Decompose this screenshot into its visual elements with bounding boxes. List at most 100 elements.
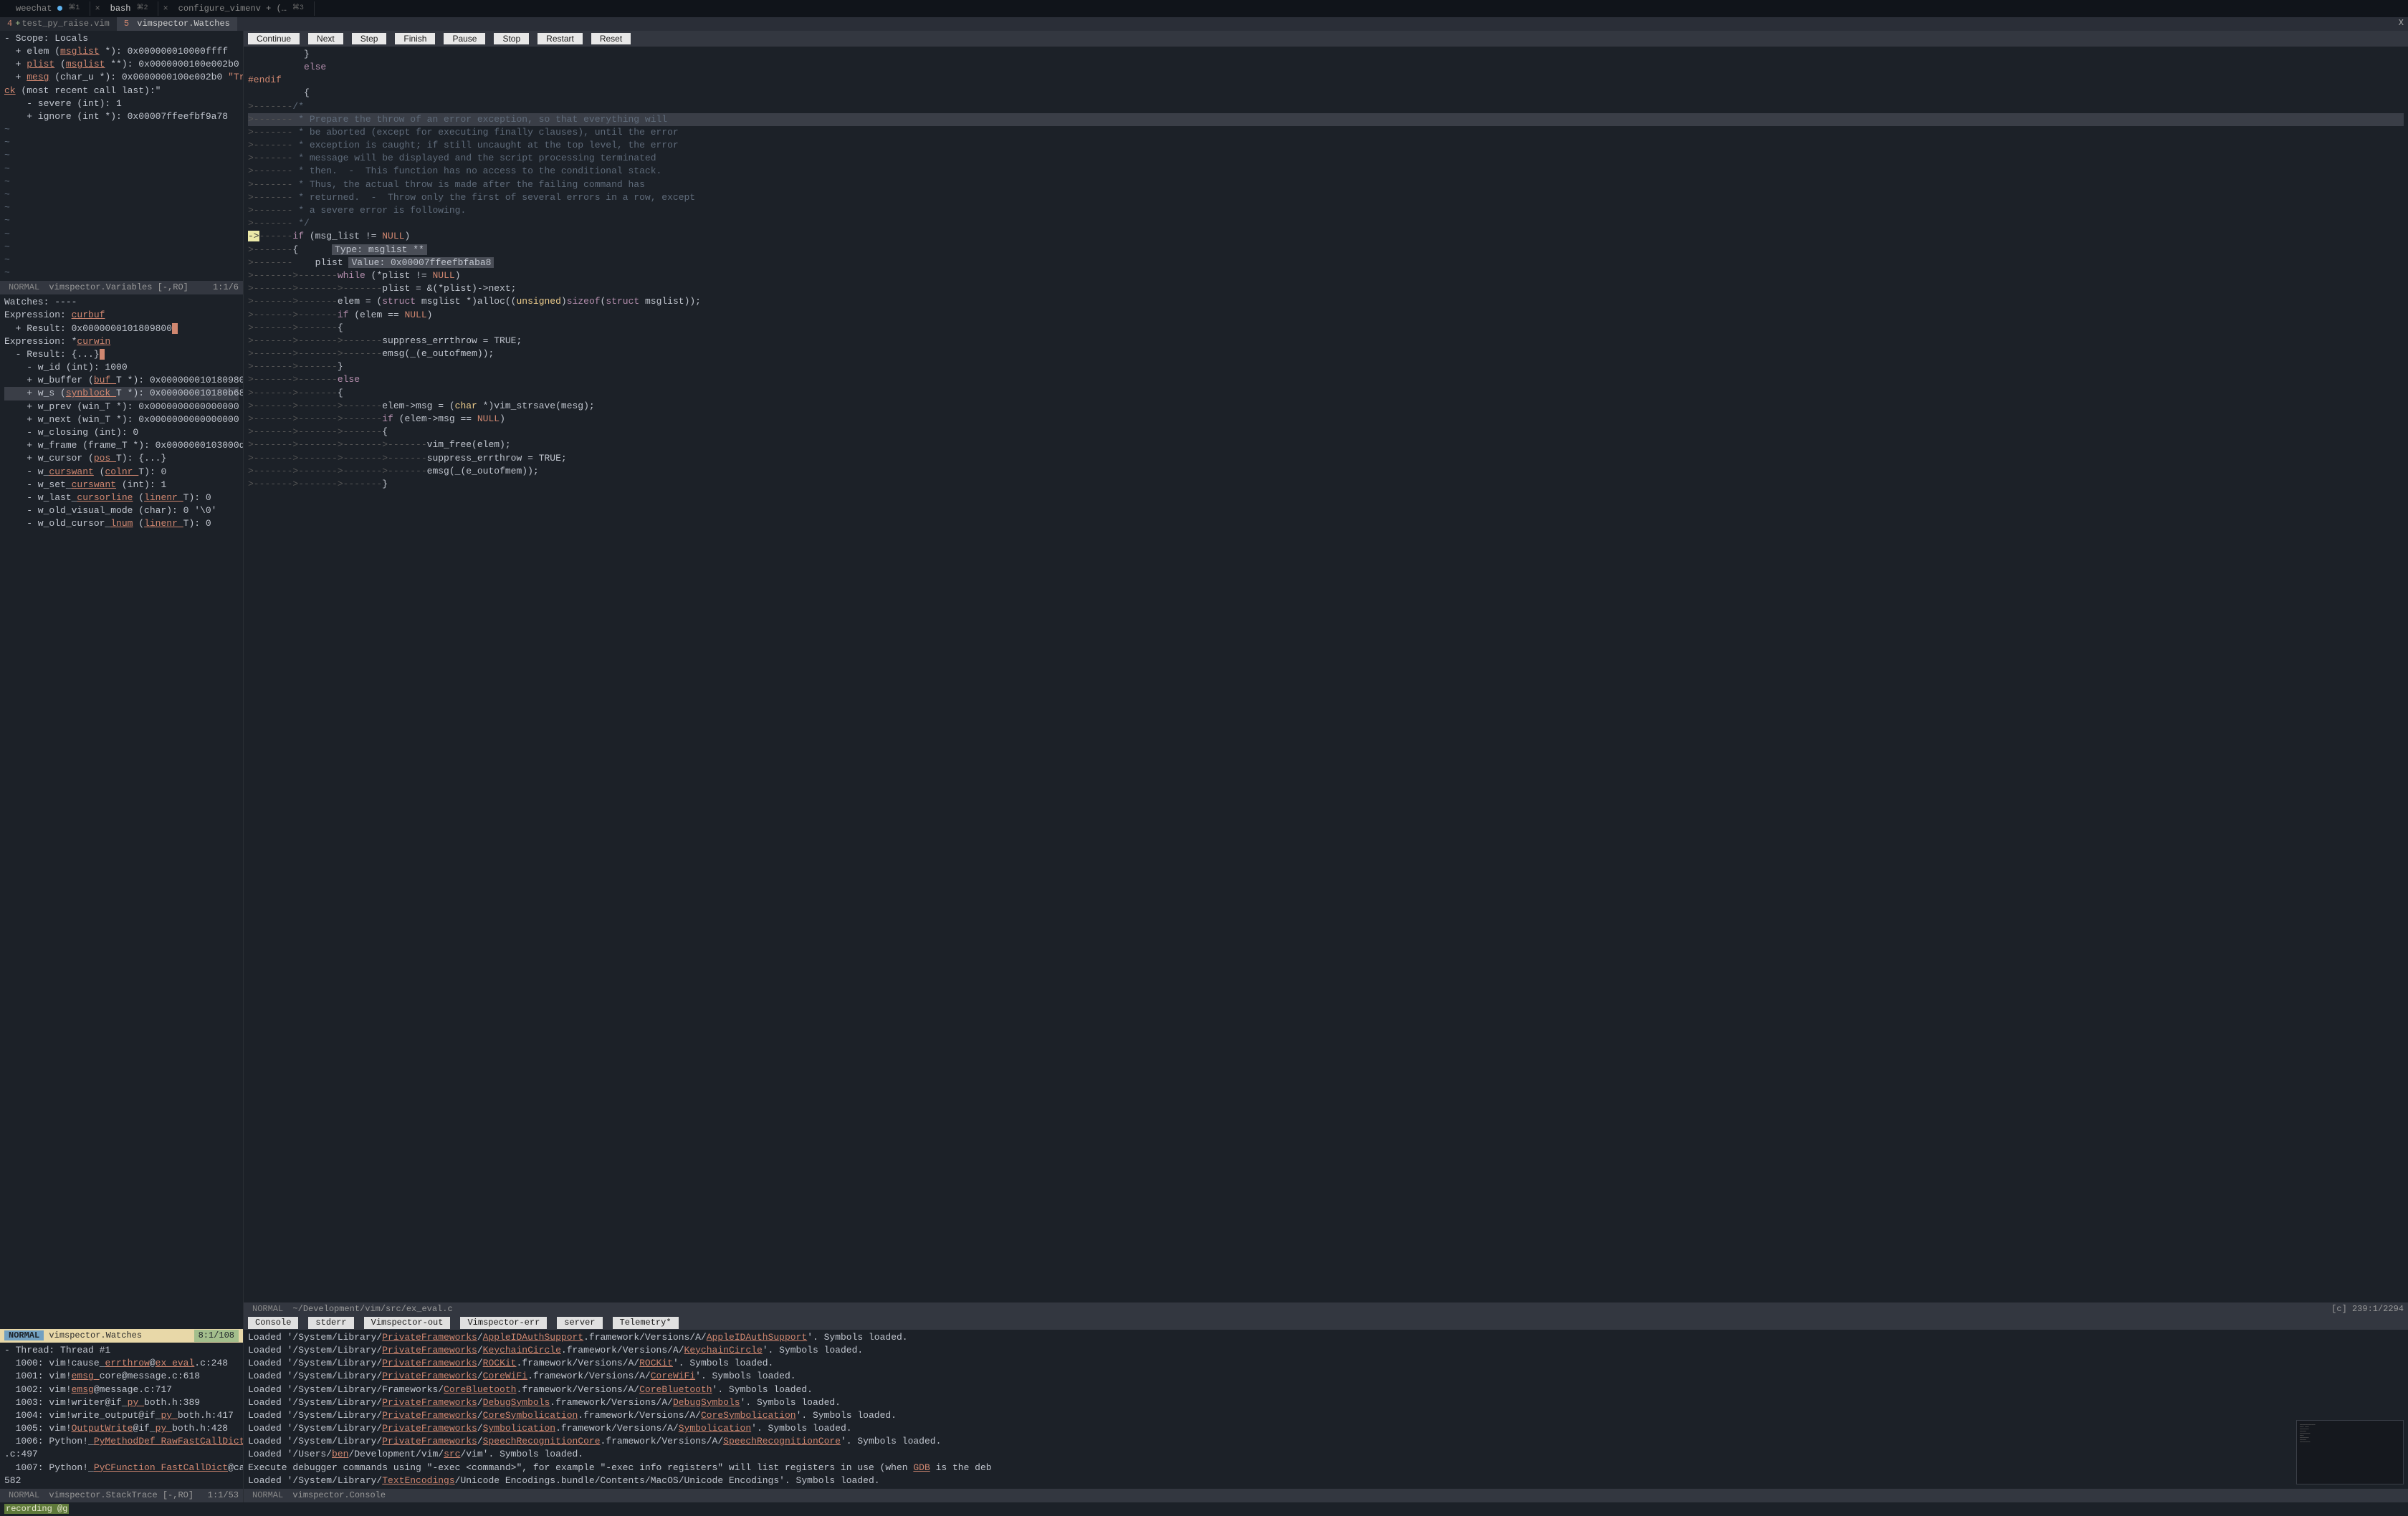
status-text: vimspector.Watches — [49, 1330, 142, 1340]
tab-label: weechat — [16, 3, 52, 15]
close-tab-icon[interactable]: X — [2399, 17, 2408, 31]
out-tab-telemetry[interactable]: Telemetry* — [613, 1317, 679, 1329]
code-line: >------->------->-------suppress_errthro… — [248, 335, 2404, 347]
finish-button[interactable]: Finish — [395, 33, 435, 44]
code-line: >------->------->-------elem->msg = (cha… — [248, 400, 2404, 413]
out-tab-vimspector-err[interactable]: Vimspector-err — [460, 1317, 547, 1329]
close-icon[interactable]: × — [163, 3, 168, 15]
empty-line: ~ — [4, 188, 239, 201]
left-panel: - Scope: Locals + elem (msglist *): 0x00… — [0, 31, 244, 1502]
watch-line: + w_prev (win_T *): 0x0000000000000000 — [4, 400, 239, 413]
var-line: + ignore (int *): 0x00007ffeefbf9a78 — [4, 110, 239, 123]
code-line: >------->-------if (elem == NULL) — [248, 309, 2404, 322]
tab-shortcut: ⌘2 — [136, 4, 148, 14]
frame-line[interactable]: 1001: vim!emsg_core@message.c:618 — [4, 1370, 239, 1383]
out-tab-stderr[interactable]: stderr — [308, 1317, 353, 1329]
terminal-tab-configure[interactable]: configure_vimenv + (… ⌘3 — [168, 1, 315, 16]
watch-line: - w_closing (int): 0 — [4, 426, 239, 439]
watch-line: - w_curswant (colnr_T): 0 — [4, 466, 239, 479]
watch-line: - w_id (int): 1000 — [4, 361, 239, 374]
console-statusbar: NORMAL vimspector.Console — [244, 1489, 2408, 1502]
terminal-tabs: weechat ⌘1 × bash ⌘2 × configure_vimenv … — [0, 0, 2408, 17]
code-pane[interactable]: } else #endif { >-------/* >------- * Pr… — [244, 47, 2408, 1302]
frame-line[interactable]: 1004: vim!write_output@if_py_both.h:417 — [4, 1409, 239, 1422]
stop-button[interactable]: Stop — [494, 33, 529, 44]
code-current-line: ->------if (msg_list != NULL) — [248, 230, 2404, 243]
variables-pane[interactable]: - Scope: Locals + elem (msglist *): 0x00… — [0, 31, 243, 282]
status-position: 1:1/53 — [208, 1489, 239, 1502]
step-button[interactable]: Step — [352, 33, 387, 44]
frame-line[interactable]: 1002: vim!emsg@message.c:717 — [4, 1383, 239, 1396]
frame-line: 582 — [4, 1474, 239, 1487]
mode-indicator: NORMAL — [248, 1490, 287, 1500]
next-button[interactable]: Next — [308, 33, 343, 44]
status-text: vimspector.Variables [-,RO] — [49, 282, 188, 292]
code-line: #endif — [248, 74, 2404, 87]
out-tab-server[interactable]: server — [557, 1317, 602, 1329]
stacktrace-pane[interactable]: - Thread: Thread #1 1000: vim!cause_errt… — [0, 1343, 243, 1489]
frame-line[interactable]: 1007: Python!_PyCFunction_FastCallDict@c… — [4, 1462, 239, 1474]
vim-tab-2[interactable]: 5 vimspector.Watches — [117, 17, 237, 31]
watch-line: - w_set_curswant (int): 1 — [4, 479, 239, 491]
terminal-tab-weechat[interactable]: weechat ⌘1 — [6, 1, 90, 16]
vim-tab-1[interactable]: 4+test_py_raise.vim — [0, 17, 117, 31]
code-line: >------- * a severe error is following. — [248, 204, 2404, 217]
empty-line: ~ — [4, 149, 239, 162]
console-line: Loaded '/System/Library/PrivateFramework… — [248, 1344, 2404, 1357]
var-line: + plist (msglist **): 0x0000000100e002b0 — [4, 58, 239, 71]
empty-line: ~ — [4, 123, 239, 136]
watches-pane[interactable]: Watches: ---- Expression: curbuf + Resul… — [0, 294, 243, 1329]
watches-header: Watches: ---- — [4, 296, 239, 309]
continue-button[interactable]: Continue — [248, 33, 300, 44]
code-line: >------->------->------->-------emsg(_(e… — [248, 465, 2404, 478]
code-line: >------- * Thus, the actual throw is mad… — [248, 178, 2404, 191]
mode-indicator: NORMAL — [4, 1490, 44, 1500]
reset-button[interactable]: Reset — [591, 33, 631, 44]
out-tab-console[interactable]: Console — [248, 1317, 298, 1329]
code-line: >------- * returned. - Throw only the fi… — [248, 191, 2404, 204]
frame-line[interactable]: 1003: vim!writer@if_py_both.h:389 — [4, 1396, 239, 1409]
watch-line: + w_frame (frame_T *): 0x0000000103000df… — [4, 439, 239, 452]
console-pane[interactable]: Loaded '/System/Library/PrivateFramework… — [244, 1330, 2408, 1489]
watch-line: Expression: curbuf — [4, 309, 239, 322]
empty-line: ~ — [4, 241, 239, 254]
empty-line: ~ — [4, 136, 239, 149]
pause-button[interactable]: Pause — [444, 33, 485, 44]
frame-line[interactable]: 1000: vim!cause_errthrow@ex_eval.c:248 — [4, 1357, 239, 1370]
out-tab-vimspector-out[interactable]: Vimspector-out — [364, 1317, 451, 1329]
tabline-spacer — [237, 17, 2394, 31]
recording-indicator: recording @g — [4, 1504, 69, 1514]
hover-tooltip: Value: 0x00007ffeefbfaba8 — [348, 257, 494, 268]
empty-line: ~ — [4, 228, 239, 241]
watch-line: + Result: 0x0000000101809800 — [4, 322, 239, 335]
code-line: >------->------->-------} — [248, 478, 2404, 491]
code-line: >------->------->-------{ — [248, 426, 2404, 438]
terminal-tab-bash[interactable]: bash ⌘2 — [100, 1, 159, 16]
frame-line[interactable]: 1006: Python!_PyMethodDef_RawFastCallDic… — [4, 1435, 239, 1448]
status-position: [c] 239:1/2294 — [2331, 1303, 2404, 1315]
code-line: >------->-------else — [248, 373, 2404, 386]
status-position: 1:1/6 — [213, 282, 239, 294]
tab-label: bash — [110, 3, 131, 15]
status-text: vimspector.StackTrace [-,RO] — [49, 1490, 194, 1500]
code-line: >------->-------{ — [248, 387, 2404, 400]
var-line: + elem (msglist *): 0x000000010000ffff — [4, 45, 239, 58]
tab-label: configure_vimenv + (… — [178, 3, 287, 15]
mode-indicator: NORMAL — [248, 1304, 287, 1314]
minimap[interactable]: ▬▬▬▬▬▬▬▬▬▬▬▬▬▬▬ ▬▬▬▬▬▬▬▬▬▬▬▬▬▬▬▬▬▬▬▬▬▬▬▬… — [2296, 1420, 2404, 1484]
tab-label: vimspector.Watches — [137, 19, 230, 29]
code-line: >------->------->-------if (elem->msg ==… — [248, 413, 2404, 426]
code-statusbar: NORMAL ~/Development/vim/src/ex_eval.c [… — [244, 1302, 2408, 1316]
variables-statusbar: NORMAL vimspector.Variables [-,RO] 1:1/6 — [0, 281, 243, 294]
code-line: } — [248, 48, 2404, 61]
code-line: >------- */ — [248, 217, 2404, 230]
empty-line: ~ — [4, 176, 239, 188]
close-icon[interactable]: × — [95, 3, 100, 15]
code-line: >------->-------} — [248, 360, 2404, 373]
console-line: Loaded '/System/Library/PrivateFramework… — [248, 1422, 2404, 1435]
restart-button[interactable]: Restart — [538, 33, 583, 44]
code-line: >-------/* — [248, 100, 2404, 113]
frame-line[interactable]: 1005: vim!OutputWrite@if_py_both.h:428 — [4, 1422, 239, 1435]
code-line: >------- * Prepare the throw of an error… — [248, 113, 2404, 126]
watch-line: - w_old_cursor_lnum (linenr_T): 0 — [4, 517, 239, 530]
